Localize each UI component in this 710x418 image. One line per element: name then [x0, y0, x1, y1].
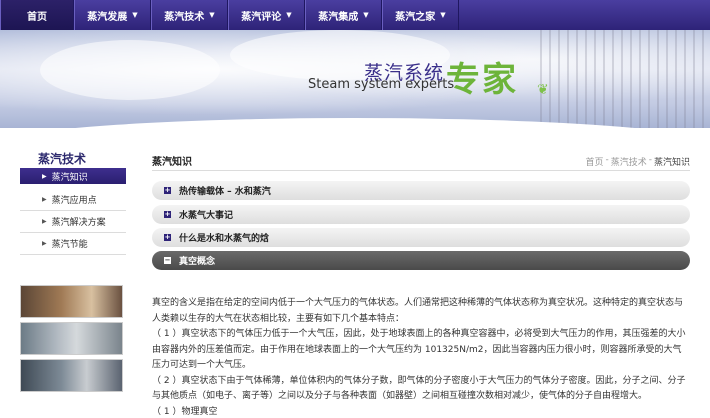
- accordion-item-heat-carrier[interactable]: + 热传输载体 – 水和蒸汽: [152, 181, 690, 200]
- bullet-icon: ▶: [42, 196, 47, 203]
- chevron-down-icon: ▼: [286, 11, 292, 19]
- chevron-down-icon: ▼: [209, 11, 215, 19]
- sidebar-item-steam-energy-saving[interactable]: ▶ 蒸汽节能: [20, 233, 126, 255]
- sidebar-title: 蒸汽技术: [38, 152, 87, 166]
- top-nav: 首页 蒸汽发展 ▼ 蒸汽技术 ▼ 蒸汽评论 ▼ 蒸汽集成 ▼ 蒸汽之家 ▼: [0, 0, 710, 30]
- bullet-icon: ▶: [42, 172, 47, 180]
- nav-item-steam-integration[interactable]: 蒸汽集成 ▼: [305, 0, 382, 30]
- breadcrumb-section-link[interactable]: 蒸汽技术: [611, 155, 647, 168]
- chevron-down-icon: ▼: [440, 11, 446, 19]
- cloud-decoration: [40, 40, 220, 100]
- article-paragraph: 真空的含义是指在给定的空间内低于一个大气压力的气体状态。人们通常把这种稀薄的气体…: [152, 298, 684, 324]
- brand-title-en: Steam system experts: [308, 77, 455, 92]
- brand-title-expert: 专家: [446, 60, 518, 100]
- plus-icon: +: [164, 210, 171, 218]
- article-body: 真空的含义是指在给定的空间内低于一个大气压力的气体状态。人们通常把这种稀薄的气体…: [152, 296, 690, 418]
- nav-item-steam-review[interactable]: 蒸汽评论 ▼: [228, 0, 305, 30]
- breadcrumb: 首页 - 蒸汽技术 - 蒸汽知识: [585, 155, 690, 168]
- leaf-icon: ❦: [537, 82, 549, 98]
- bullet-icon: ▶: [42, 240, 47, 247]
- page-title: 蒸汽知识: [152, 157, 192, 168]
- sidebar-item-steam-applications[interactable]: ▶ 蒸汽应用点: [20, 189, 126, 211]
- breadcrumb-current: 蒸汽知识: [653, 158, 690, 168]
- nav-item-steam-home[interactable]: 蒸汽之家 ▼: [382, 0, 459, 30]
- plus-icon: +: [164, 186, 171, 194]
- nav-item-steam-development[interactable]: 蒸汽发展 ▼: [74, 0, 151, 30]
- sidebar: 蒸汽技术 ▶ 蒸汽知识 ▶ 蒸汽应用点 ▶ 蒸汽解决方案 ▶ 蒸汽节能: [20, 150, 126, 255]
- title-divider: [152, 170, 690, 171]
- accordion-item-enthalpy[interactable]: + 什么是水和水蒸气的焓: [152, 228, 690, 247]
- chevron-down-icon: ▼: [363, 11, 369, 19]
- industrial-skyline-image: [540, 30, 710, 128]
- article-paragraph: （ 2 ）真空状态下由于气体稀薄，单位体积内的气体分子数，即气体的分子密度小于大…: [152, 375, 686, 402]
- banner: 蒸汽系统 Steam system experts 专家 ❦: [0, 30, 710, 128]
- plus-icon: +: [164, 233, 171, 241]
- nav-item-home[interactable]: 首页: [0, 0, 74, 30]
- chevron-down-icon: ▼: [132, 11, 138, 19]
- bullet-icon: ▶: [42, 218, 47, 225]
- accordion-item-steam-history[interactable]: + 水蒸气大事记: [152, 205, 690, 224]
- minus-icon: −: [164, 256, 171, 264]
- industrial-facility-photo[interactable]: [20, 359, 123, 392]
- sidebar-item-steam-solutions[interactable]: ▶ 蒸汽解决方案: [20, 211, 126, 233]
- steam-plant-photo[interactable]: [20, 322, 123, 355]
- steam-locomotive-photo[interactable]: [20, 285, 123, 318]
- breadcrumb-home-link[interactable]: 首页: [585, 155, 603, 168]
- article-paragraph: （ 1 ）物理真空: [152, 406, 218, 417]
- nav-item-steam-technology[interactable]: 蒸汽技术 ▼: [151, 0, 228, 30]
- accordion-item-vacuum-concept[interactable]: − 真空概念: [152, 251, 690, 270]
- article-paragraph: （ 1 ）真空状态下的气体压力低于一个大气压，因此，处于地球表面上的各种真空容器…: [152, 329, 686, 370]
- sidebar-item-steam-knowledge[interactable]: ▶ 蒸汽知识: [20, 168, 126, 184]
